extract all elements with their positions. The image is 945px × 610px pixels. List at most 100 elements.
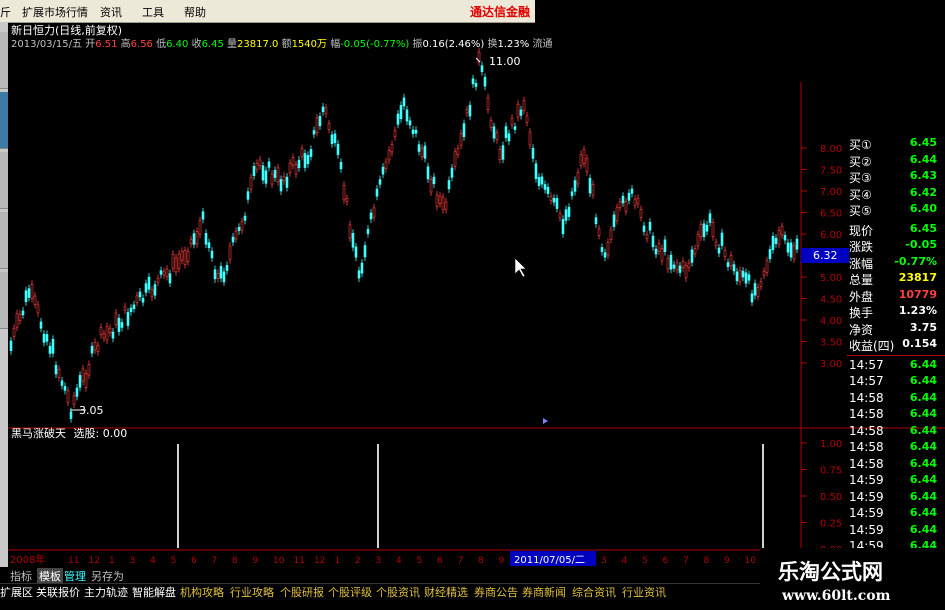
date-axis-month: 8 [704,556,710,566]
date-axis-month: 9 [724,556,730,566]
bid-row: 买① 6.45 [847,136,945,152]
quote-field: 涨跌 -0.05 [847,238,945,254]
bottom-button-13[interactable]: 行业资讯 [622,584,666,600]
bid-row-value: 6.43 [909,169,937,182]
tab-save-as[interactable]: 另存为 [91,568,124,584]
trough-label: 3.05 [79,404,104,417]
tick-row-value: 6.44 [909,473,937,486]
tick-row-label: 14:59 [849,506,884,520]
tick-row: 14:58 6.44 [847,457,945,473]
info-line: 2013/03/15/五 开6.51 高6.56 低6.40 收6.45 量23… [11,37,552,50]
tick-row-label: 14:58 [849,440,884,454]
date-axis-month: 10 [273,556,285,566]
bid-row: 买④ 6.42 [847,186,945,202]
bottom-button-4[interactable]: 机构攻略 [180,584,224,600]
tick-row: 14:59 6.44 [847,506,945,522]
tab-indicator[interactable]: 指标 [10,568,32,584]
bottom-button-8[interactable]: 个股资讯 [376,584,420,600]
info-date: 2013/03/15/五 [11,39,82,50]
indicator-name: 黑马涨破天 [11,426,66,440]
quote-field-label: 净资 [849,322,874,337]
date-axis-month: 1 [335,556,341,566]
quote-field-label: 涨幅 [849,256,874,271]
menu-item-market[interactable]: 扩展市场行情 [22,4,88,20]
tick-row-value: 6.44 [909,357,937,371]
bottom-button-12[interactable]: 综合资讯 [572,584,616,600]
scroll-marker-icon[interactable] [543,418,548,424]
vtab-4[interactable] [0,212,8,269]
panel-divider [847,354,945,356]
indicator-tick: 0.50 [820,492,842,503]
date-axis-month: 11 [294,556,305,566]
kline-chart-area[interactable]: 新日恒力(日线,前复权) 2013/03/15/五 开6.51 高6.56 低6… [8,22,945,567]
bottom-button-11[interactable]: 券商新闻 [522,584,566,600]
indicator-title: 黑马涨破天 选股: 0.00 [11,426,127,440]
last-price-tag: 6.32 [813,249,838,262]
quote-field: 总量 23817 [847,271,945,287]
bid-row-label: 买④ [849,187,872,202]
info-vol-label: 量 [227,38,237,50]
price-tick: 4.00 [820,316,842,327]
bottom-button-7[interactable]: 个股评级 [328,584,372,600]
quote-field-value: 10779 [898,287,937,301]
date-axis-month: 5 [417,556,423,566]
tick-row: 14:58 6.44 [847,440,945,456]
vtab-3[interactable] [0,152,8,209]
indicator-spikes [177,444,764,548]
menu-item-tools[interactable]: 工具 [142,4,164,20]
date-axis-month: 6 [437,556,443,566]
vtab-2[interactable] [0,92,8,149]
bottom-button-3[interactable]: 智能解盘 [132,584,176,600]
date-axis-month: 7 [683,556,689,566]
quote-field-label: 现价 [849,223,874,238]
bid-row-label: 买① [849,138,872,152]
kline-chart[interactable]: 新日恒力(日线,前复权) 2013/03/15/五 开6.51 高6.56 低6… [8,22,945,567]
bottom-button-9[interactable]: 财经精选 [424,584,468,600]
quote-field-value: 3.75 [909,320,937,334]
date-axis-month: 3 [376,556,382,566]
bottom-button-2[interactable]: 主力轨迹 [84,584,128,600]
tick-row-label: 14:59 [849,473,884,487]
bottom-button-0[interactable]: 扩展区 [0,584,33,600]
date-axis-cursor: 2011/07/05/二 [514,555,585,566]
tick-row-label: 14:59 [849,522,884,537]
vtab-1[interactable] [0,32,8,89]
info-chg-label: 幅 [330,37,340,50]
quote-field-value: -0.77% [894,254,937,268]
quote-field-label: 总量 [849,273,874,287]
bottom-tab-strip: 指标 模板 管理 另存为 [0,567,760,584]
tab-template[interactable]: 模板 [37,568,63,584]
tick-row-value: 6.44 [909,440,937,453]
bid-row-value: 6.45 [909,136,937,149]
tick-row-value: 6.44 [909,506,937,519]
date-axis-month: 4 [396,556,402,566]
quote-field-value: 0.154 [902,337,937,350]
price-tick: 6.00 [820,230,842,241]
bottom-button-5[interactable]: 行业攻略 [230,584,274,600]
bottom-button-1[interactable]: 关联报价 [36,584,80,600]
date-axis-year: 2008年 [10,553,45,566]
vtab-5[interactable] [0,272,8,329]
bottom-button-6[interactable]: 个股研报 [280,584,324,600]
tick-row-label: 14:58 [849,407,884,421]
tick-row-value: 6.44 [909,374,937,387]
quote-field: 换手 1.23% [847,304,945,320]
menu-item-news[interactable]: 资讯 [100,4,122,20]
menu-prefix: 斤 [0,6,11,19]
date-axis-month: 9 [253,556,259,566]
indicator-tick: 0.25 [820,519,842,530]
quote-field-label: 涨跌 [849,240,874,254]
tick-row: 14:58 6.44 [847,407,945,423]
date-axis-month: 4 [622,556,628,566]
date-axis-month: 4 [150,556,156,566]
info-amt: 1540万 [292,39,327,50]
date-axis-month: 12 [89,556,100,566]
menu-item-help[interactable]: 帮助 [184,4,206,20]
price-tick: 3.50 [820,338,842,349]
info-close-label: 收 [192,37,202,50]
bottom-button-10[interactable]: 券商公告 [474,584,518,600]
info-turn-label: 换 [487,37,497,50]
date-axis-month: 5 [642,556,648,566]
date-axis: 2008年 11 12 1 3 4 5 6 7 8 9 10 11 12 1 2 3 4 5 6 7 8 9 3 4 5 6 7 8 9 1… [8,551,768,567]
tab-manage[interactable]: 管理 [64,568,86,584]
